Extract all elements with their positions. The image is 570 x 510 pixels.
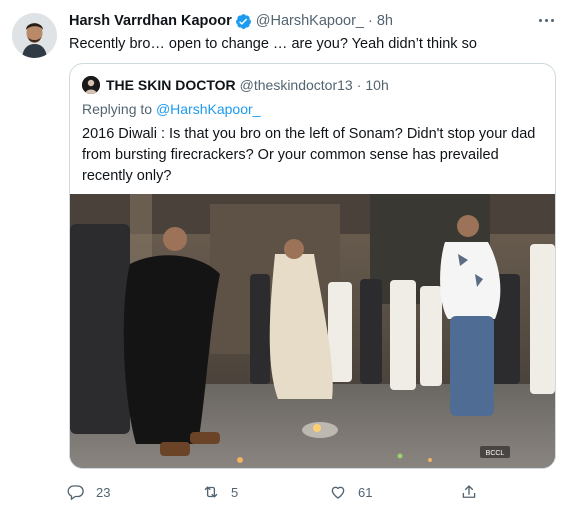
share-button[interactable]: [460, 481, 489, 503]
reply-button[interactable]: 23: [67, 481, 110, 503]
tweet-timestamp[interactable]: 8h: [377, 13, 393, 29]
tweet-text: Recently bro… open to change … are you? …: [69, 36, 477, 52]
retweet-button[interactable]: 5: [202, 481, 238, 503]
share-icon: [462, 485, 476, 498]
more-options-icon[interactable]: [536, 12, 556, 28]
retweet-icon: [204, 486, 218, 498]
like-button[interactable]: 61: [329, 481, 372, 503]
replying-to: Replying to @HarshKapoor_: [82, 101, 260, 117]
quoted-tweet-header: THE SKIN DOCTOR @theskindoctor13 · 10h: [82, 75, 389, 95]
action-bar: 23 5 61: [67, 481, 487, 503]
quoted-tweet-photo[interactable]: BCCL: [70, 194, 555, 468]
quoted-separator-dot: ·: [356, 77, 362, 93]
replying-to-mention[interactable]: @HarshKapoor_: [156, 101, 261, 117]
quoted-tweet[interactable]: THE SKIN DOCTOR @theskindoctor13 · 10h R…: [69, 63, 556, 469]
quoted-tweet-text: 2016 Diwali : Is that you bro on the lef…: [82, 126, 536, 184]
author-handle[interactable]: @HarshKapoor_: [256, 13, 364, 29]
quoted-author-handle: @theskindoctor13: [239, 77, 353, 93]
author-name[interactable]: Harsh Varrdhan Kapoor: [69, 13, 232, 29]
separator-dot: ·: [368, 13, 373, 29]
reply-count: 23: [96, 484, 111, 500]
retweet-count: 5: [231, 484, 239, 500]
author-avatar[interactable]: [12, 13, 57, 58]
photo-credit: BCCL: [486, 450, 505, 457]
quoted-author-name: THE SKIN DOCTOR: [106, 77, 236, 93]
quoted-author-avatar: [82, 76, 100, 94]
tweet-header: Harsh Varrdhan Kapoor @HarshKapoor_ · 8h: [69, 11, 530, 31]
verified-badge-icon: [235, 13, 252, 30]
reply-icon: [67, 485, 84, 501]
like-count: 61: [358, 484, 373, 500]
replying-to-label: Replying to: [82, 101, 153, 117]
like-icon: [331, 486, 345, 499]
tweet: Harsh Varrdhan Kapoor @HarshKapoor_ · 8h…: [0, 0, 570, 510]
quoted-timestamp: 10h: [365, 77, 389, 93]
